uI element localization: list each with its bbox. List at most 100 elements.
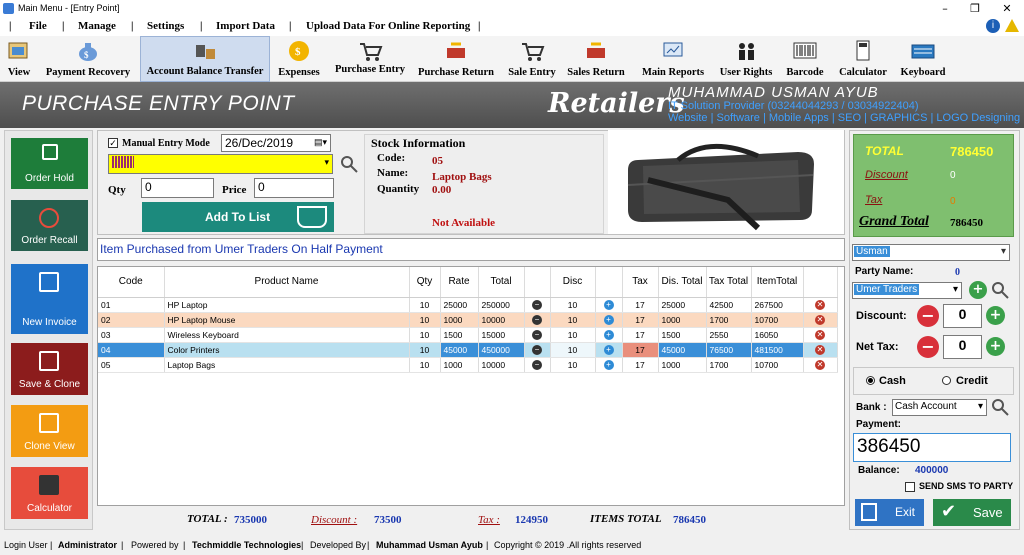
search-icon[interactable] — [991, 281, 1009, 299]
menu-import-data[interactable]: Import Data — [216, 20, 275, 32]
table-row[interactable]: 05 Laptop Bags 10 1000 10000 −10 + 17 1000 1700… — [98, 357, 838, 373]
menu-bar: | File | Manage | Settings | Import Data… — [0, 17, 1024, 36]
decrease-discount-icon[interactable]: − — [917, 305, 939, 327]
menu-manage[interactable]: Manage — [78, 20, 116, 32]
coin-icon: $ — [286, 40, 312, 62]
decrease-discount-icon[interactable]: − — [532, 315, 542, 325]
menu-upload-data[interactable]: Upload Data For Online Reporting — [306, 20, 470, 32]
discount-input[interactable]: 0 — [943, 304, 982, 328]
increase-discount-icon[interactable]: + — [986, 306, 1005, 325]
cart-return-icon — [443, 40, 469, 62]
stock-qty-label: Quantity — [377, 183, 420, 195]
maximize-button[interactable]: ❐ — [960, 0, 990, 17]
table-row[interactable]: 01 HP Laptop 10 25000 250000 −10 + 17 25000 425… — [98, 297, 838, 313]
warning-icon[interactable] — [1005, 19, 1019, 32]
user-rights-button[interactable]: User Rights — [716, 36, 776, 82]
keyboard-button[interactable]: Keyboard — [896, 36, 950, 82]
sales-return-button[interactable]: Sales Return — [565, 36, 627, 82]
increase-discount-icon[interactable]: + — [603, 315, 614, 325]
save-button[interactable]: ✔ Save — [933, 499, 1011, 526]
toolbar: View $ Payment Recovery Account Balance … — [0, 36, 1024, 82]
party-name-label: Party Name: — [855, 266, 914, 277]
table-row[interactable]: 02 HP Laptop Mouse 10 1000 10000 −10 + 17 1000… — [98, 312, 838, 328]
add-party-icon[interactable]: + — [969, 281, 987, 299]
users-icon — [733, 40, 759, 62]
exit-icon — [861, 503, 877, 521]
purchase-note[interactable]: Item Purchased from Umer Traders On Half… — [97, 238, 845, 261]
calculator-button[interactable]: Calculator — [835, 36, 891, 82]
keyboard-icon — [910, 40, 936, 62]
decrease-discount-icon[interactable]: − — [532, 300, 542, 310]
calculator-icon — [850, 40, 876, 62]
powered-by: Techmiddle Technologies — [192, 540, 302, 550]
search-icon[interactable] — [991, 398, 1009, 416]
main-reports-button[interactable]: Main Reports — [635, 36, 711, 82]
summary-tax-value: 0 — [950, 196, 956, 207]
stock-code-label: Code: — [377, 152, 406, 164]
save-clone-button[interactable]: Save & Clone — [11, 343, 88, 395]
summary-total-label: TOTAL — [865, 144, 904, 158]
view-button[interactable]: View — [2, 36, 36, 82]
checkmark-icon: ✔ — [941, 501, 957, 522]
close-button[interactable]: ✕ — [992, 0, 1022, 17]
items-total-label: ITEMS TOTAL — [590, 513, 662, 525]
party-select[interactable]: Umer Traders ▾ — [852, 282, 962, 299]
order-recall-button[interactable]: Order Recall — [11, 200, 88, 251]
col-plus — [595, 267, 623, 298]
payment-input[interactable]: 386450 — [853, 433, 1011, 462]
decrease-discount-icon[interactable]: − — [532, 360, 542, 370]
developer-contact: IT Solution Provider (03244044293 / 0303… — [668, 100, 919, 112]
delete-row-icon[interactable]: ✕ — [815, 330, 825, 340]
decrease-tax-icon[interactable]: − — [917, 336, 939, 358]
search-icon[interactable] — [340, 155, 358, 173]
barcode-input[interactable]: ▾ — [108, 154, 333, 174]
new-invoice-button[interactable]: New Invoice — [11, 264, 88, 334]
table-row-selected[interactable]: 04 Color Printers 10 45000 450000 −10 + 17 450… — [98, 342, 838, 358]
bank-select[interactable]: Cash Account ▾ — [892, 399, 987, 416]
minimize-button[interactable]: – — [930, 0, 960, 17]
increase-discount-icon[interactable]: + — [603, 345, 614, 355]
qty-input[interactable]: 0 — [141, 178, 214, 198]
increase-discount-icon[interactable]: + — [603, 330, 614, 340]
exit-button[interactable]: Exit — [855, 499, 924, 526]
price-input[interactable]: 0 — [254, 178, 334, 198]
increase-discount-icon[interactable]: + — [603, 360, 614, 370]
credit-radio[interactable] — [942, 376, 951, 385]
net-tax-input[interactable]: 0 — [943, 335, 982, 359]
status-bar: Login User | Administrator | Powered by … — [0, 537, 1024, 555]
decrease-discount-icon[interactable]: − — [532, 330, 542, 340]
barcode-button[interactable]: Barcode — [781, 36, 829, 82]
menu-settings[interactable]: Settings — [147, 20, 184, 32]
clipboard-icon — [42, 144, 58, 160]
account-balance-transfer-button[interactable]: Account Balance Transfer — [140, 36, 270, 82]
cash-radio[interactable] — [866, 376, 875, 385]
purchase-return-button[interactable]: Purchase Return — [416, 36, 496, 82]
send-sms-checkbox[interactable] — [905, 482, 915, 492]
items-grid: Code Product Name Qty Rate Total Disc Ta… — [97, 266, 845, 506]
increase-discount-icon[interactable]: + — [603, 300, 614, 310]
table-row[interactable]: 03 Wireless Keyboard 10 1500 15000 −10 + 17 15… — [98, 327, 838, 343]
expenses-button[interactable]: $ Expenses — [275, 36, 323, 82]
transfer-icon — [192, 41, 218, 63]
user-select[interactable]: Usman ▾ — [852, 244, 1010, 261]
purchase-entry-button[interactable]: Purchase Entry — [331, 36, 409, 82]
status-separator: | — [50, 540, 53, 550]
delete-row-icon[interactable]: ✕ — [815, 300, 825, 310]
menu-file[interactable]: File — [29, 20, 47, 32]
delete-row-icon[interactable]: ✕ — [815, 345, 825, 355]
calculator-nav-button[interactable]: Calculator — [11, 467, 88, 519]
order-hold-button[interactable]: Order Hold — [11, 138, 88, 189]
date-picker[interactable]: 26/Dec/2019 ▤▾ — [221, 134, 331, 152]
increase-tax-icon[interactable]: + — [986, 337, 1005, 356]
help-icon[interactable]: i — [986, 19, 1000, 33]
clone-view-button[interactable]: Clone View — [11, 405, 88, 457]
sale-entry-button[interactable]: Sale Entry — [505, 36, 559, 82]
delete-row-icon[interactable]: ✕ — [815, 315, 825, 325]
payment-recovery-button[interactable]: $ Payment Recovery — [42, 36, 134, 82]
add-to-list-button[interactable]: Add To List — [142, 202, 334, 232]
manual-entry-checkbox[interactable]: ✓ — [108, 138, 118, 148]
delete-row-icon[interactable]: ✕ — [815, 360, 825, 370]
decrease-discount-icon[interactable]: − — [532, 345, 542, 355]
developer-name: MUHAMMAD USMAN AYUB — [668, 84, 879, 101]
new-document-icon — [39, 272, 59, 292]
